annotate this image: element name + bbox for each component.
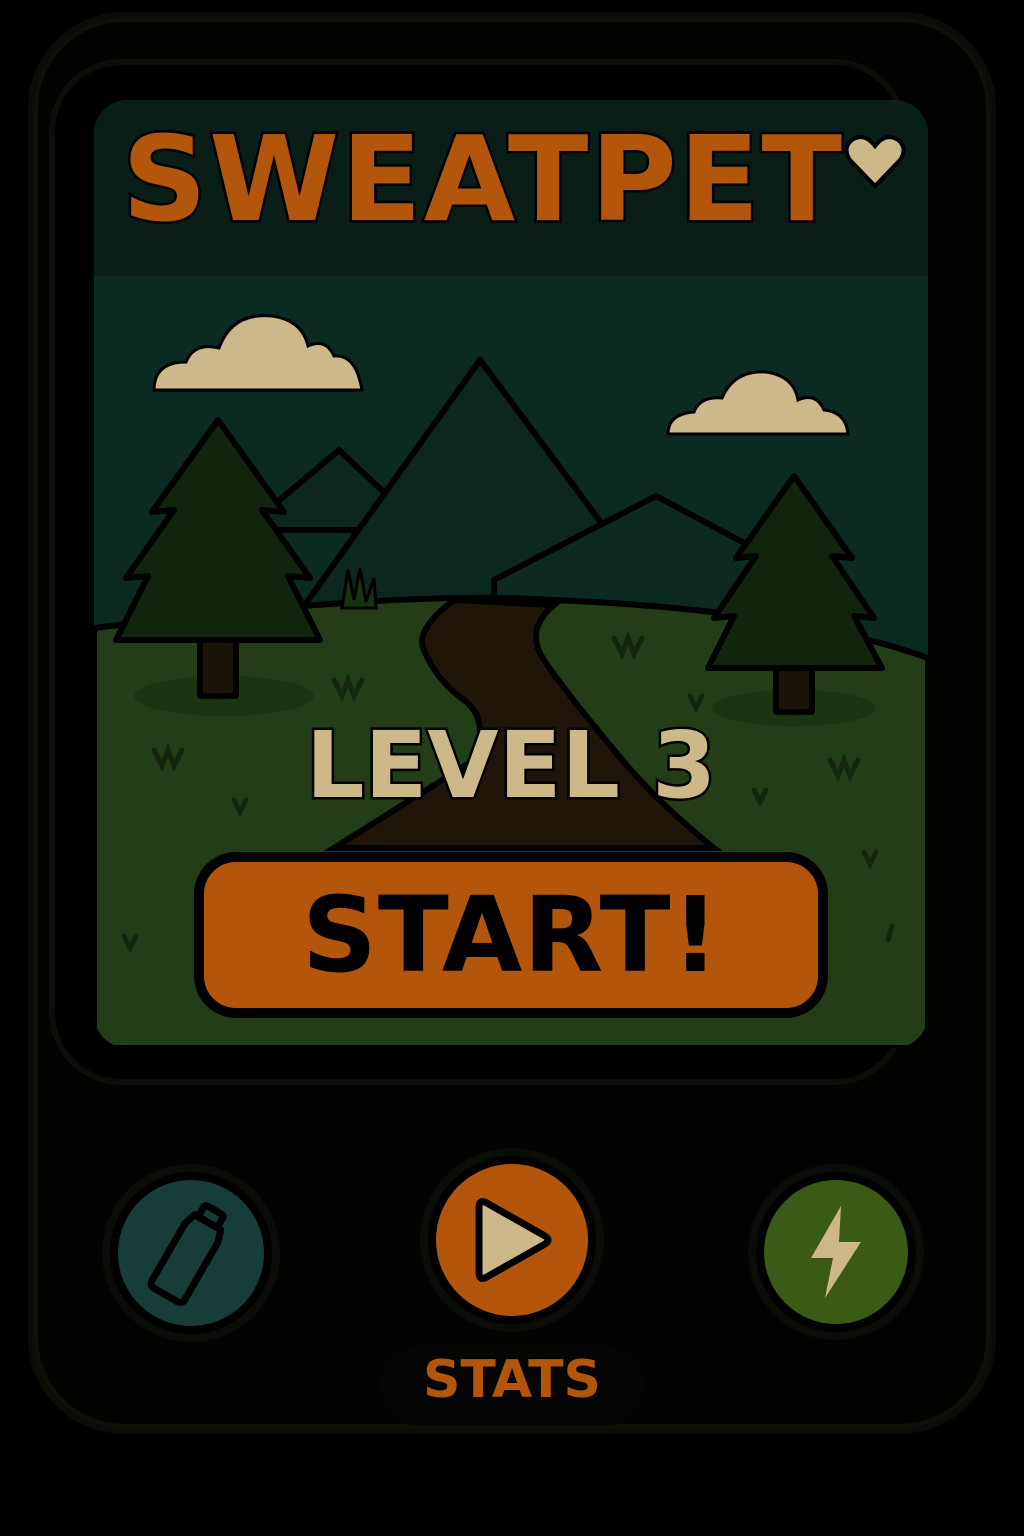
heart-icon	[844, 135, 906, 189]
stats-label[interactable]: STATS	[380, 1354, 644, 1406]
play-icon	[475, 1198, 552, 1282]
water-bottle-icon	[147, 1202, 227, 1307]
title-bar: SWEATPET	[94, 100, 928, 276]
play-button[interactable]	[428, 1156, 596, 1324]
energy-button[interactable]	[756, 1172, 916, 1332]
water-button[interactable]	[110, 1172, 272, 1334]
level-indicator: LEVEL 3	[303, 712, 718, 819]
game-title: SWEATPET	[120, 110, 845, 248]
game-screen: SWEATPET LEVEL 3 START!	[94, 100, 928, 1048]
lightning-bolt-icon	[811, 1206, 861, 1298]
start-button[interactable]: START!	[194, 852, 828, 1018]
